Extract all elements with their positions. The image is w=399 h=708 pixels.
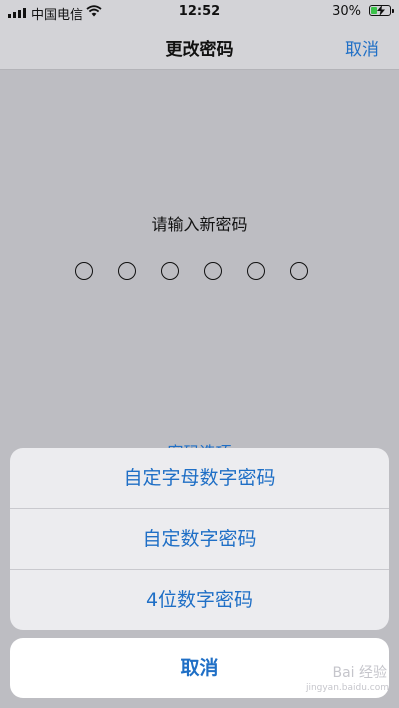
passcode-dot	[161, 262, 179, 280]
battery-cap	[392, 9, 394, 13]
nav-cancel-button[interactable]: 取消	[345, 35, 379, 60]
passcode-dot	[247, 262, 265, 280]
battery-percent: 30%	[332, 4, 361, 19]
passcode-dot	[75, 262, 93, 280]
passcode-type-sheet: 自定字母数字密码 自定数字密码 4位数字密码	[10, 448, 389, 630]
passcode-dot	[290, 262, 308, 280]
option-4-digit[interactable]: 4位数字密码	[10, 570, 389, 630]
status-bar: 中国电信 12:52 30%	[0, 0, 399, 24]
watermark-sub: jingyan.baidu.com	[305, 683, 389, 693]
option-custom-numeric[interactable]: 自定数字密码	[10, 509, 389, 570]
passcode-prompt: 请输入新密码	[151, 215, 248, 234]
page-title: 更改密码	[165, 40, 234, 60]
passcode-dot	[118, 262, 136, 280]
charging-bolt-icon	[377, 5, 385, 16]
watermark: Bai 经验	[332, 665, 387, 681]
option-custom-alphanumeric[interactable]: 自定字母数字密码	[10, 448, 389, 509]
passcode-dot	[204, 262, 222, 280]
passcode-dots	[75, 262, 308, 280]
nav-bar: 更改密码 取消	[0, 24, 399, 70]
